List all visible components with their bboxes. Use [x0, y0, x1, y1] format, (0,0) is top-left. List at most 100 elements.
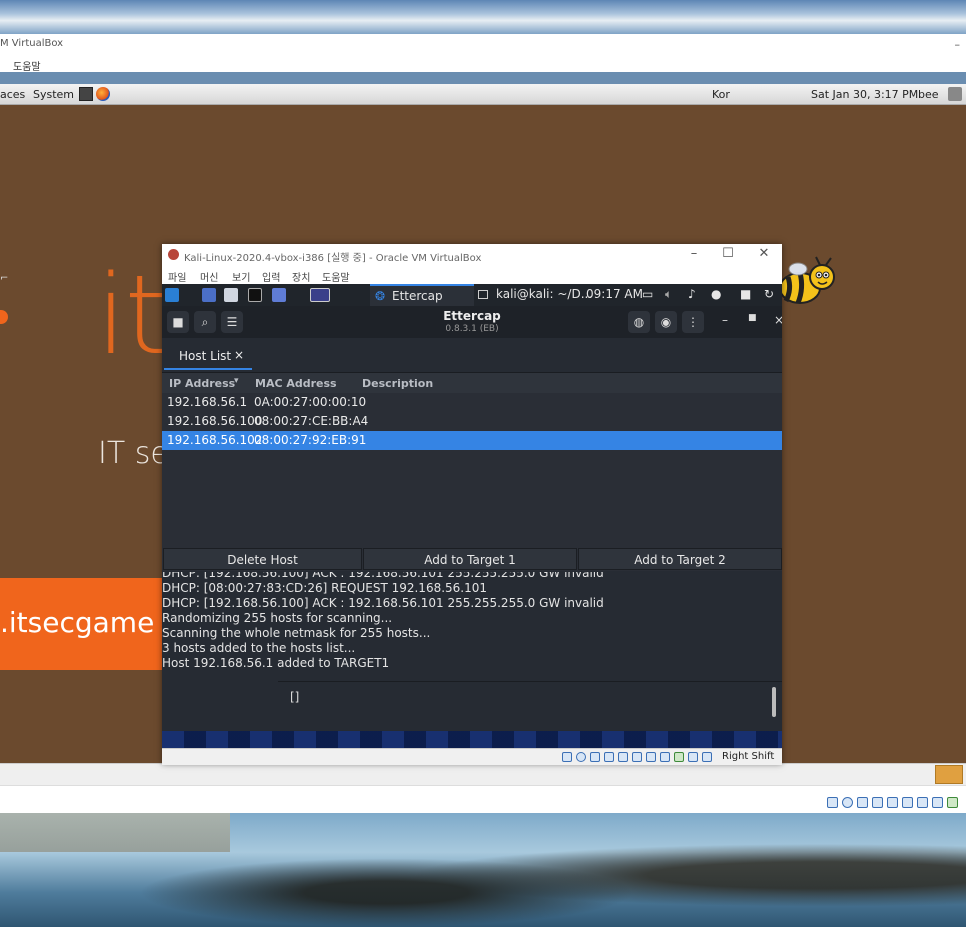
vm-minimize-button[interactable]: –	[684, 246, 704, 261]
column-description[interactable]: Description	[362, 377, 433, 390]
keyboard-layout-indicator[interactable]: Kor	[712, 88, 730, 101]
log-line: 3 hosts added to the hosts list...	[162, 641, 356, 655]
vm-optical-icon[interactable]	[576, 752, 586, 762]
file-manager-icon[interactable]	[224, 288, 238, 302]
firefox-launcher-icon[interactable]	[96, 87, 110, 101]
vm-maximize-button[interactable]: ☐	[718, 246, 738, 261]
log-scrollbar[interactable]	[772, 687, 776, 717]
outer-window-titlebar: M VirtualBox –	[0, 34, 966, 54]
desktop-url-text: .itsecgame	[0, 606, 155, 639]
status-usb-icon[interactable]	[887, 797, 898, 808]
add-to-target2-button[interactable]: Add to Target 2	[578, 548, 782, 570]
vm-menu-machine[interactable]: 머신	[200, 269, 218, 284]
vm-mouse-icon[interactable]	[688, 752, 698, 762]
vm-cpu-icon[interactable]	[674, 752, 684, 762]
tab-host-list-label: Host List	[179, 349, 232, 363]
delete-host-button[interactable]: Delete Host	[163, 548, 362, 570]
vm-window-title: Kali-Linux-2020.4-vbox-i386 [실행 중] - Ora…	[184, 253, 482, 264]
screenshot-icon[interactable]	[272, 288, 286, 302]
log-line: Scanning the whole netmask for 255 hosts…	[162, 626, 431, 640]
kali-top-panel: ❂ Ettercap kali@kali: ~/D... 09:17 AM ▭ …	[162, 284, 782, 306]
vm-shared-folder-icon[interactable]	[632, 752, 642, 762]
ettercap-maximize-button[interactable]: ■	[748, 313, 757, 323]
message-log: DHCP: [192.168.56.100] ACK : 192.168.56.…	[162, 572, 782, 680]
ettercap-close-button[interactable]: ×	[774, 313, 782, 327]
vm-menu-input[interactable]: 입력	[262, 269, 280, 284]
kali-clock[interactable]: 09:17 AM	[586, 287, 643, 301]
vm-audio-icon[interactable]	[590, 752, 600, 762]
outer-menu-help[interactable]: 도움말	[13, 58, 41, 73]
vm-keyboard-icon[interactable]	[702, 752, 712, 762]
vm-window-titlebar[interactable]: Kali-Linux-2020.4-vbox-i386 [실행 중] - Ora…	[162, 244, 782, 266]
table-row-selected[interactable]: 192.168.56.102 08:00:27:92:EB:91	[162, 431, 782, 450]
column-mac-address[interactable]: MAC Address	[255, 377, 337, 390]
bee-mascot-icon	[779, 256, 835, 304]
desktop-tagline: IT se	[98, 436, 169, 471]
status-harddisk-icon[interactable]	[827, 797, 838, 808]
desktop-mark: ⌐	[0, 273, 9, 284]
panel-clock[interactable]: Sat Jan 30, 3:17 PM	[811, 88, 918, 101]
vm-status-bar: Right Shift	[162, 748, 782, 765]
plugins-circle-icon[interactable]: ◉	[655, 311, 677, 333]
desktop-logo-text: it	[96, 251, 168, 379]
panel-user-name[interactable]: bee	[918, 88, 939, 101]
panel-system-menu[interactable]: System	[33, 88, 74, 101]
update-icon[interactable]: ●	[711, 287, 721, 301]
vm-menu-view[interactable]: 보기	[232, 269, 250, 284]
status-recording-icon[interactable]	[932, 797, 943, 808]
lock-icon[interactable]: ■	[740, 287, 751, 301]
tab-close-icon[interactable]: ×	[234, 348, 244, 362]
terminal-icon[interactable]	[248, 288, 262, 302]
terminal-launcher-icon[interactable]	[79, 87, 93, 101]
vm-network-icon[interactable]	[604, 752, 614, 762]
tab-host-list[interactable]: Host List ×	[164, 340, 252, 370]
vm-close-button[interactable]: ✕	[754, 246, 774, 261]
table-row[interactable]: 192.168.56.1 0A:00:27:00:00:10	[162, 393, 782, 412]
network-icon[interactable]	[948, 87, 962, 101]
host-mac: 0A:00:27:00:00:10	[254, 395, 367, 409]
status-display-icon[interactable]	[917, 797, 928, 808]
status-network-icon[interactable]	[872, 797, 883, 808]
kali-menu-icon[interactable]	[165, 288, 179, 302]
vm-menu-devices[interactable]: 장치	[292, 269, 310, 284]
log-line: DHCP: [08:00:27:83:CD:26] REQUEST 192.16…	[162, 581, 488, 595]
panel-places-menu[interactable]: aces	[0, 88, 25, 101]
host-list-table: IP Address ▾ MAC Address Description 192…	[162, 373, 782, 547]
add-to-target1-button[interactable]: Add to Target 1	[363, 548, 577, 570]
vm-display-icon[interactable]	[646, 752, 656, 762]
taskbar-terminal[interactable]: kali@kali: ~/D...	[478, 284, 592, 306]
host-desktop-sky	[0, 0, 966, 34]
vm-menu-file[interactable]: 파일	[168, 269, 186, 284]
power-icon[interactable]: ↻	[764, 287, 774, 301]
taskbar-ettercap[interactable]: ❂ Ettercap	[370, 284, 474, 306]
notification-bell-icon[interactable]: ♪	[688, 287, 696, 301]
status-audio-icon[interactable]	[857, 797, 868, 808]
workspace-switcher[interactable]	[935, 765, 963, 784]
status-shared-folder-icon[interactable]	[902, 797, 913, 808]
sort-chevron-down-icon[interactable]: ▾	[234, 376, 239, 386]
ettercap-minimize-button[interactable]: –	[722, 313, 728, 327]
mitm-globe-icon[interactable]: ◍	[628, 311, 650, 333]
outer-minimize-button[interactable]: –	[955, 38, 961, 51]
volume-icon[interactable]: 🔈︎	[665, 287, 672, 302]
ettercap-launcher-icon[interactable]	[310, 288, 330, 302]
display-icon[interactable]: ▭	[642, 287, 653, 301]
vm-usb-icon[interactable]	[618, 752, 628, 762]
column-ip-address[interactable]: IP Address	[169, 377, 235, 390]
virtualbox-vm-window: Kali-Linux-2020.4-vbox-i386 [실행 중] - Ora…	[162, 244, 782, 765]
taskbar-ettercap-label: Ettercap	[392, 289, 443, 303]
vm-menubar: 파일 머신 보기 입력 장치 도움말	[162, 266, 782, 284]
log-line: Randomizing 255 hosts for scanning...	[162, 611, 393, 625]
ettercap-task-icon: ❂	[375, 289, 386, 303]
vm-menu-help[interactable]: 도움말	[322, 269, 350, 284]
show-desktop-icon[interactable]	[202, 288, 216, 302]
vm-harddisk-icon[interactable]	[562, 752, 572, 762]
table-row[interactable]: 192.168.56.100 08:00:27:CE:BB:A4	[162, 412, 782, 431]
host-table-header: IP Address ▾ MAC Address Description	[162, 373, 782, 393]
more-options-icon[interactable]: ⋮	[682, 311, 704, 333]
host-ip: 192.168.56.102	[167, 433, 263, 447]
vm-recording-icon[interactable]	[660, 752, 670, 762]
status-cpu-icon[interactable]	[947, 797, 958, 808]
status-optical-icon[interactable]	[842, 797, 853, 808]
command-input[interactable]: []	[278, 681, 782, 728]
